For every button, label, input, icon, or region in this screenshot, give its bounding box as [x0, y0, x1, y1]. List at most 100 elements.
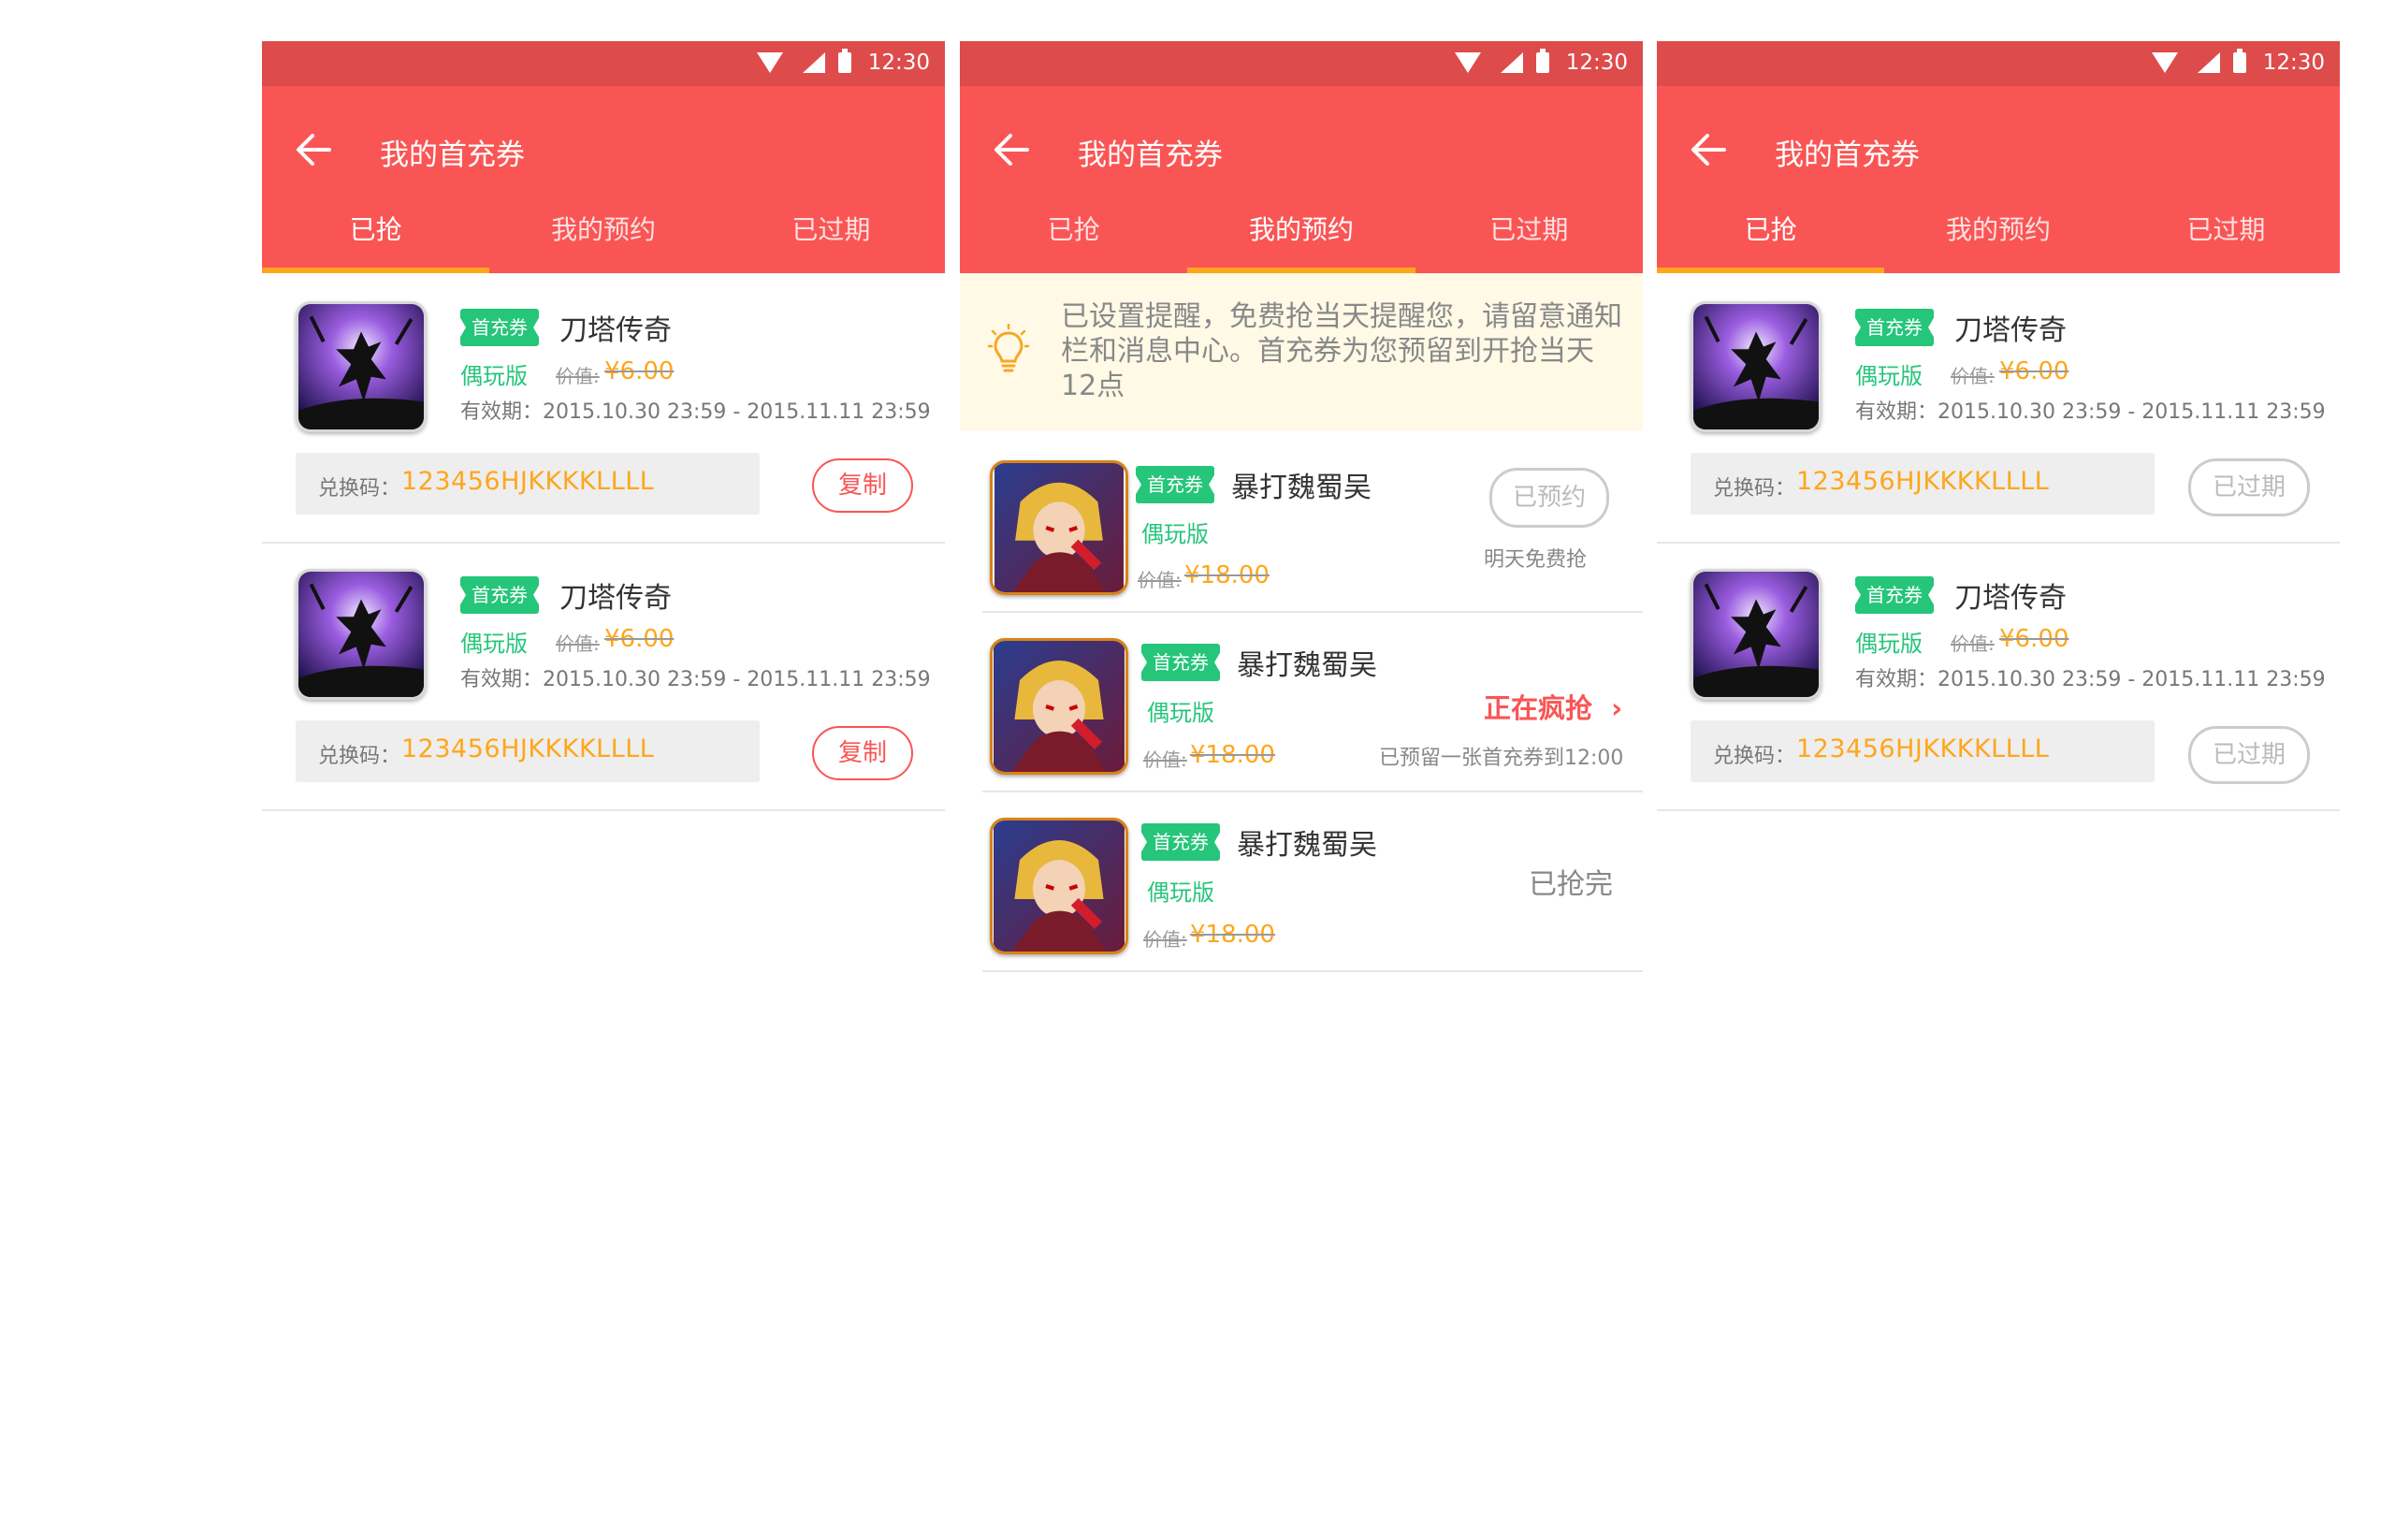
tab-bar: 已抢 我的预约 已过期: [1657, 202, 2340, 273]
coupon-badge: 首充券: [1854, 576, 1935, 614]
price-value: ¥18.00: [1190, 741, 1275, 769]
status-bar: 12:30: [960, 41, 1643, 86]
game-icon-daota[interactable]: [296, 569, 427, 700]
game-name: 暴打魏蜀吴: [1237, 649, 1377, 682]
game-name: 刀塔传奇: [559, 582, 672, 615]
grabbing-now-link[interactable]: 正在疯抢 ›: [1484, 687, 1622, 726]
signal-icon: [2198, 52, 2220, 73]
divider: [982, 791, 1643, 792]
code-value[interactable]: 123456HJKKKKLLLL: [401, 467, 654, 496]
wifi-icon: [1455, 52, 1481, 73]
tab-reservations[interactable]: 我的预约: [1884, 202, 2112, 273]
copy-button[interactable]: 复制: [812, 458, 913, 513]
game-icon-baoda[interactable]: [990, 460, 1128, 595]
game-version: 偶玩版: [1147, 879, 1214, 906]
battery-icon: [1536, 49, 1549, 73]
price-label: 价值:: [556, 632, 600, 655]
redeem-code-box[interactable]: 兑换码： 123456HJKKKKLLLL: [296, 720, 760, 782]
price-value: ¥6.00: [604, 625, 675, 653]
tab-bar: 已抢 我的预约 已过期: [960, 202, 1643, 273]
lightbulb-icon: [988, 324, 1029, 372]
coupon-badge: 首充券: [1135, 466, 1215, 503]
coupon-badge: 首充券: [1854, 309, 1935, 346]
validity-period: 有效期：2015.10.30 23:59 - 2015.11.11 23:59: [460, 400, 931, 424]
redeem-code-box[interactable]: 兑换码： 123456HJKKKKLLLL: [1691, 720, 2155, 782]
validity-period: 有效期：2015.10.30 23:59 - 2015.11.11 23:59: [1855, 668, 2326, 691]
tab-claimed[interactable]: 已抢: [1657, 202, 1885, 273]
wifi-icon: [2152, 52, 2178, 73]
reserved-button[interactable]: 已预约: [1489, 468, 1609, 528]
reservation-hint: 明天免费抢: [1484, 548, 1588, 572]
screen-claimed: 12:30 我的首充券 已抢 我的预约 已过期 首充券 刀塔传奇 偶玩版 价值:…: [262, 41, 945, 977]
signal-icon: [1501, 52, 1523, 73]
screen-reservations: 12:30 我的首充券 已抢 我的预约 已过期 已设置提醒，免费抢当天提醒您，请…: [960, 41, 1643, 977]
coupon-badge: 首充券: [459, 309, 540, 346]
game-version: 偶玩版: [460, 363, 528, 389]
redeem-code-box[interactable]: 兑换码： 123456HJKKKKLLLL: [1691, 453, 2155, 515]
game-name: 刀塔传奇: [1954, 582, 2067, 615]
battery-icon: [838, 49, 851, 73]
divider: [262, 809, 945, 811]
price-label: 价值:: [1143, 748, 1187, 771]
wifi-icon: [757, 52, 783, 73]
code-label: 兑换码：: [318, 477, 401, 501]
game-version: 偶玩版: [460, 631, 528, 657]
price-value: ¥18.00: [1190, 921, 1275, 949]
coupon-badge: 首充券: [1140, 823, 1221, 861]
code-value[interactable]: 123456HJKKKKLLLL: [1796, 467, 2049, 496]
game-name: 刀塔传奇: [1954, 314, 2067, 347]
tab-claimed[interactable]: 已抢: [960, 202, 1187, 273]
expired-button[interactable]: 已过期: [2188, 726, 2310, 784]
code-value[interactable]: 123456HJKKKKLLLL: [1796, 734, 2049, 763]
tab-reservations[interactable]: 我的预约: [489, 202, 717, 273]
tab-expired[interactable]: 已过期: [1415, 202, 1643, 273]
game-name: 暴打魏蜀吴: [1237, 829, 1377, 862]
reminder-notice: 已设置提醒，免费抢当天提醒您，请留意通知栏和消息中心。首充券为您预留到开抢当天1…: [960, 273, 1643, 430]
validity-period: 有效期：2015.10.30 23:59 - 2015.11.11 23:59: [460, 668, 931, 691]
tab-expired[interactable]: 已过期: [2112, 202, 2340, 273]
tab-reservations[interactable]: 我的预约: [1187, 202, 1415, 273]
code-label: 兑换码：: [1713, 745, 1796, 768]
code-label: 兑换码：: [1713, 477, 1796, 501]
game-version: 偶玩版: [1855, 631, 1923, 657]
price-label: 价值:: [1951, 365, 1995, 387]
game-icon-baoda[interactable]: [990, 818, 1128, 954]
price-value: ¥6.00: [1999, 625, 2069, 653]
tab-expired[interactable]: 已过期: [718, 202, 945, 273]
price-label: 价值:: [1143, 928, 1187, 951]
expired-button[interactable]: 已过期: [2188, 458, 2310, 516]
copy-button[interactable]: 复制: [812, 726, 913, 780]
tab-bar: 已抢 我的预约 已过期: [262, 202, 945, 273]
game-version: 偶玩版: [1141, 521, 1209, 547]
arrow-left-icon[interactable]: [994, 133, 1029, 167]
arrow-left-icon[interactable]: [1691, 133, 1726, 167]
game-name: 暴打魏蜀吴: [1231, 472, 1372, 504]
app-bar: 我的首充券 已抢 我的预约 已过期: [960, 86, 1643, 273]
status-bar: 12:30: [262, 41, 945, 86]
divider: [1657, 542, 2340, 544]
status-time: 12:30: [1565, 51, 1628, 75]
price-label: 价值:: [1138, 569, 1182, 591]
game-icon-daota[interactable]: [296, 301, 427, 432]
status-bar: 12:30: [1657, 41, 2340, 86]
status-time: 12:30: [867, 51, 930, 75]
arrow-left-icon[interactable]: [296, 133, 331, 167]
game-icon-daota[interactable]: [1691, 301, 1822, 432]
battery-icon: [2233, 49, 2246, 73]
code-value[interactable]: 123456HJKKKKLLLL: [401, 734, 654, 763]
price-label: 价值:: [1951, 632, 1995, 655]
price-value: ¥6.00: [604, 357, 675, 385]
screen-expired: 12:30 我的首充券 已抢 我的预约 已过期 首充券 刀塔传奇 偶玩版 价值:…: [1657, 41, 2340, 977]
tab-claimed[interactable]: 已抢: [262, 202, 490, 273]
price-value: ¥6.00: [1999, 357, 2069, 385]
price-label: 价值:: [556, 365, 600, 387]
redeem-code-box[interactable]: 兑换码： 123456HJKKKKLLLL: [296, 453, 760, 515]
divider: [982, 970, 1643, 972]
validity-period: 有效期：2015.10.30 23:59 - 2015.11.11 23:59: [1855, 400, 2326, 424]
grabbing-now-label: 正在疯抢: [1484, 692, 1593, 724]
divider: [982, 611, 1643, 613]
game-icon-baoda[interactable]: [990, 638, 1128, 775]
game-icon-daota[interactable]: [1691, 569, 1822, 700]
coupon-badge: 首充券: [1140, 644, 1221, 681]
coupon-badge: 首充券: [459, 576, 540, 614]
